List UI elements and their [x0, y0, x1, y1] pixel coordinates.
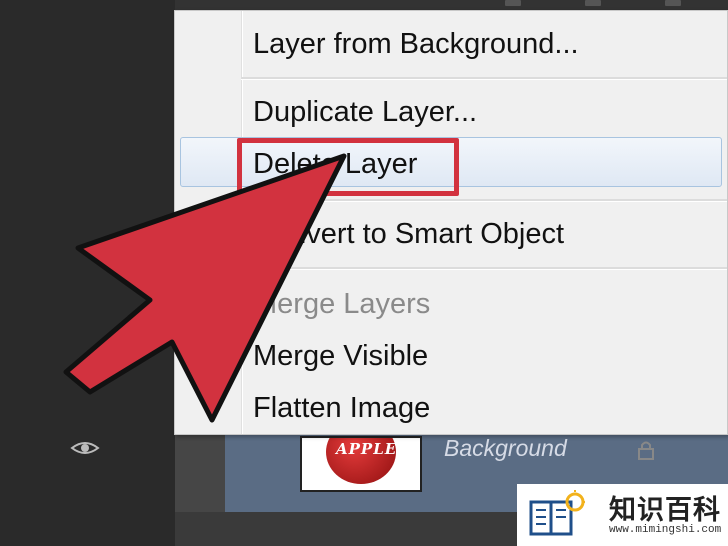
menu-item-merge-visible[interactable]: Merge Visible — [253, 333, 428, 379]
menu-item-convert-to-smart-object[interactable]: Convert to Smart Object — [253, 211, 564, 257]
lock-icon[interactable] — [636, 440, 656, 460]
menu-separator — [241, 77, 727, 80]
menu-item-duplicate-layer[interactable]: Duplicate Layer... — [253, 89, 477, 135]
watermark-title: 知识百科 — [609, 495, 721, 526]
menu-item-merge-layers: Merge Layers — [253, 288, 431, 320]
menu-item-layer-from-background[interactable]: Layer from Background... — [253, 21, 579, 67]
toolbar-icon[interactable] — [505, 0, 521, 6]
toolbar-icon[interactable] — [585, 0, 601, 6]
layer-name[interactable]: Background — [444, 435, 567, 462]
watermark-url: www.mimingshi.com — [609, 524, 722, 536]
delete-layer-highlight-box — [237, 138, 459, 196]
layer-context-menu: Layer from Background... Duplicate Layer… — [174, 10, 728, 435]
book-lightbulb-icon — [529, 490, 585, 536]
watermark-logo: 知识百科 www.mimingshi.com — [517, 484, 728, 546]
eye-icon[interactable] — [70, 438, 100, 458]
toolbar-icon[interactable] — [665, 0, 681, 6]
layer-thumbnail[interactable]: APPLE — [300, 436, 422, 492]
menu-separator — [241, 267, 727, 270]
thumbnail-text: APPLE — [336, 440, 398, 458]
menu-separator — [241, 199, 727, 202]
canvas-area — [0, 0, 175, 546]
menu-gutter-highlight — [242, 11, 243, 434]
menu-item-flatten-image[interactable]: Flatten Image — [253, 385, 430, 431]
